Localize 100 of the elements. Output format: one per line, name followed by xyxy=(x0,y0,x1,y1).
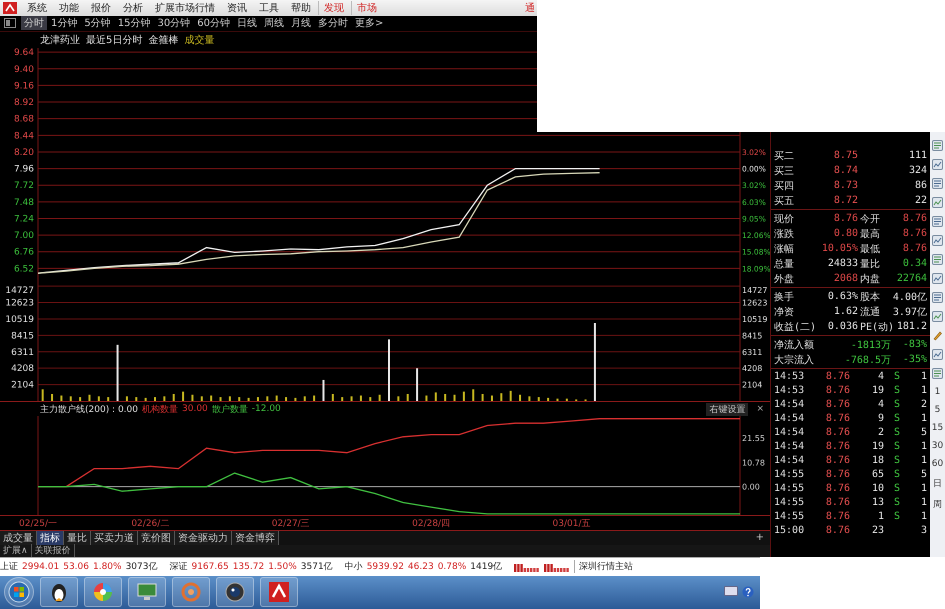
indicator-tab[interactable]: 指标 xyxy=(37,530,64,545)
bid-volume: 86 xyxy=(914,180,927,191)
volume-bar xyxy=(182,392,184,402)
axis-label: 12623 xyxy=(5,299,34,309)
bid-label: 买五 xyxy=(774,194,795,208)
period-tab[interactable]: 日线 xyxy=(234,16,260,30)
trade-time: 15:00 xyxy=(774,524,806,536)
trade-side: S xyxy=(892,440,900,452)
menu-item[interactable]: 资讯 xyxy=(222,0,252,15)
indicator-tab[interactable]: 成交量 xyxy=(0,530,37,545)
menu-link[interactable]: 通 xyxy=(525,0,537,15)
menu-item[interactable]: 工具 xyxy=(254,0,284,15)
close-button[interactable]: × xyxy=(752,404,770,414)
flow-share: -83% xyxy=(902,339,927,350)
volume-bar xyxy=(285,398,288,402)
legend-label: 机构数量 xyxy=(142,404,178,416)
period-tab[interactable]: 1分钟 xyxy=(48,16,80,30)
pencil-icon[interactable] xyxy=(932,330,943,341)
trade-time: 14:54 xyxy=(774,426,806,438)
legend-label: 散户数量 xyxy=(212,404,248,416)
color-wheel-icon[interactable] xyxy=(84,577,122,608)
period-shortcut[interactable]: 日 xyxy=(933,477,942,490)
bid-label: 买四 xyxy=(774,180,795,192)
indicator-tab[interactable]: 竞价图 xyxy=(138,530,175,545)
menu-link[interactable]: 发现 xyxy=(318,0,349,15)
indicator-tab[interactable]: 量比 xyxy=(64,530,91,545)
period-shortcut[interactable]: 30 xyxy=(932,441,944,451)
axis-label: 7.24 xyxy=(14,214,34,224)
indicator-tab[interactable]: 买卖力道 xyxy=(91,530,138,545)
bid-label: 买三 xyxy=(774,164,795,178)
quote-label: 净资 xyxy=(774,306,795,318)
volume-bar xyxy=(70,396,72,402)
bid-volume: 111 xyxy=(908,150,927,161)
indicator-tab[interactable]: 资金博弈 xyxy=(232,530,279,545)
volume-bar xyxy=(220,398,222,402)
settings-button[interactable]: 右键设置 xyxy=(706,402,748,416)
quote-value: 8.76 xyxy=(902,228,927,239)
menu-item[interactable]: 扩展市场行情 xyxy=(150,0,220,15)
period-tab[interactable]: 多分时 xyxy=(314,16,351,30)
menu-item[interactable]: 帮助 xyxy=(286,0,316,15)
volume-bar xyxy=(556,399,558,402)
volume-bar xyxy=(60,396,62,402)
panel-toggle-icon[interactable] xyxy=(4,18,16,28)
help-icon[interactable] xyxy=(742,586,754,598)
ring-icon[interactable] xyxy=(172,577,210,608)
server-name: 深圳行情主站 xyxy=(574,560,638,574)
menu-item[interactable]: 系统 xyxy=(22,0,52,15)
trade-volume: 9 xyxy=(876,412,884,424)
menu-link[interactable]: 市场 xyxy=(351,0,382,15)
index-amount: 1419亿 xyxy=(470,561,502,574)
volume-bar xyxy=(88,395,90,402)
period-tab[interactable]: 5分钟 xyxy=(81,16,114,30)
trade-count: 1 xyxy=(920,510,927,522)
menu-item[interactable]: 功能 xyxy=(54,0,84,15)
trade-volume: 23 xyxy=(870,524,884,536)
trade-volume: 19 xyxy=(870,384,884,396)
volume-bar xyxy=(369,398,372,402)
volume-bar xyxy=(406,394,409,402)
period-tab[interactable]: 60分钟 xyxy=(194,16,233,30)
keyboard-icon[interactable] xyxy=(724,586,738,596)
app-logo-icon[interactable] xyxy=(260,577,298,608)
period-shortcut[interactable]: 5 xyxy=(934,405,940,415)
quote-value: 0.34 xyxy=(902,258,927,269)
quote-value: 24833 xyxy=(826,258,858,269)
volume-bar xyxy=(425,396,428,402)
monitor-icon[interactable] xyxy=(128,577,166,608)
period-shortcut[interactable]: 15 xyxy=(932,423,944,433)
bid-price: 8.75 xyxy=(832,150,858,161)
quote-label: 总量 xyxy=(774,258,795,270)
axis-label: 8.20 xyxy=(14,148,34,158)
period-shortcut[interactable]: 1 xyxy=(934,387,940,397)
trade-price: 8.76 xyxy=(824,384,850,396)
menu-item[interactable]: 报价 xyxy=(86,0,116,15)
trade-price: 8.76 xyxy=(824,370,850,382)
volume-bar xyxy=(79,398,82,402)
period-tab[interactable]: 月线 xyxy=(288,16,314,30)
volume-bar xyxy=(107,398,110,402)
quote-value: 3.97亿 xyxy=(892,306,927,318)
menu-item[interactable]: 分析 xyxy=(118,0,148,15)
period-tab[interactable]: 周线 xyxy=(260,16,287,30)
axis-label: 8.68 xyxy=(14,114,34,125)
period-tab[interactable]: 分时 xyxy=(21,16,47,30)
quote-value: 0.63% xyxy=(826,291,858,302)
period-tab[interactable]: 30分钟 xyxy=(154,16,194,30)
volume-bar xyxy=(566,399,568,402)
trade-price: 8.76 xyxy=(824,426,850,438)
period-shortcut[interactable]: 60 xyxy=(932,459,944,469)
axis-label: 9.64 xyxy=(14,48,34,58)
camera-lens-icon[interactable] xyxy=(216,577,254,608)
start-button[interactable] xyxy=(4,577,34,608)
axis-label: 2104 xyxy=(11,381,34,392)
trade-price: 8.76 xyxy=(824,468,850,480)
penguin-icon[interactable] xyxy=(40,577,78,608)
axis-label: 6.52 xyxy=(14,264,34,274)
add-tab-button[interactable]: + xyxy=(750,532,770,544)
period-tab[interactable]: 更多> xyxy=(352,16,386,30)
period-tab[interactable]: 15分钟 xyxy=(114,16,154,30)
period-shortcut[interactable]: 周 xyxy=(933,498,942,511)
indicator-tab[interactable]: 资金驱动力 xyxy=(175,530,232,545)
trade-time: 14:54 xyxy=(774,454,806,466)
